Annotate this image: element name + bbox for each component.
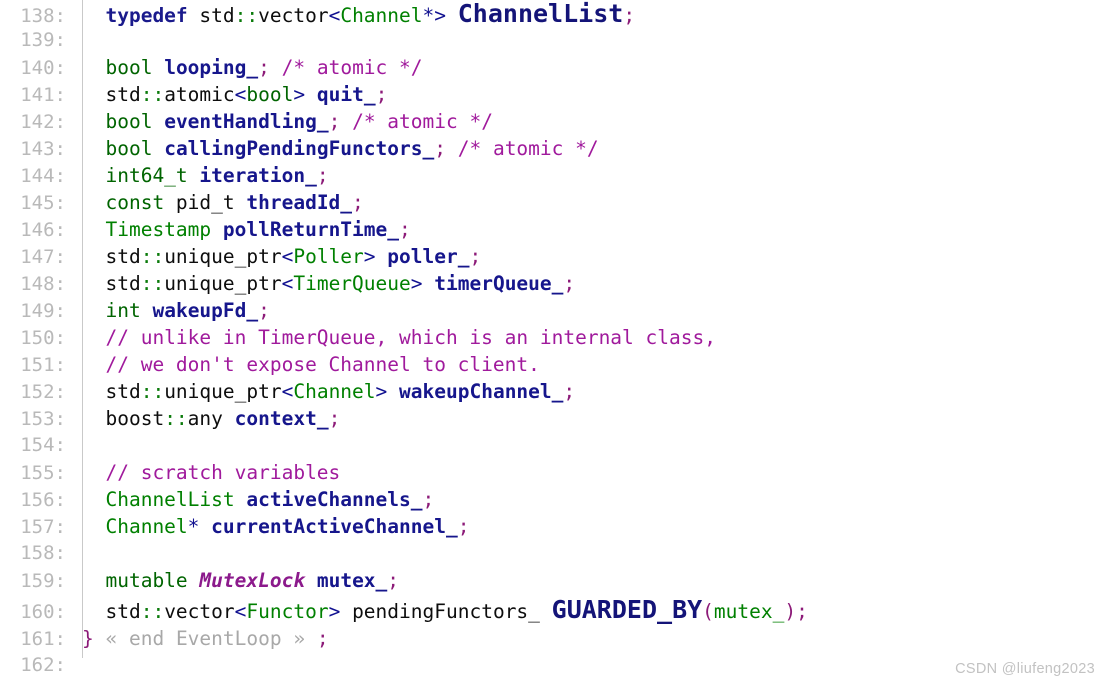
line-content: } « end EventLoop » ; (82, 627, 329, 650)
line-number: 157: (20, 516, 66, 538)
code-line[interactable]: 152: std::unique_ptr<Channel> wakeupChan… (0, 378, 1109, 405)
line-content: int wakeupFd_; (105, 299, 270, 322)
line-number: 142: (20, 111, 66, 133)
code-line[interactable]: 139: (0, 27, 1109, 54)
line-number: 154: (20, 434, 66, 456)
code-line[interactable]: 147: std::unique_ptr<Poller> poller_; (0, 243, 1109, 270)
line-number: 160: (20, 601, 66, 623)
line-content: // unlike in TimerQueue, which is an int… (105, 326, 716, 349)
line-content: std::unique_ptr<TimerQueue> timerQueue_; (82, 272, 576, 295)
code-line[interactable]: 144: int64_t iteration_; (0, 162, 1109, 189)
line-number: 148: (20, 273, 66, 295)
line-number: 161: (20, 628, 66, 650)
code-line[interactable]: 142: bool eventHandling_; /* atomic */ (0, 108, 1109, 135)
code-line[interactable]: 153: boost::any context_; (0, 405, 1109, 432)
line-content: Channel* currentActiveChannel_; (105, 515, 470, 538)
line-number: 152: (20, 381, 66, 403)
line-content: // scratch variables (105, 461, 341, 484)
line-number: 162: (20, 654, 66, 676)
code-line[interactable]: 156: ChannelList activeChannels_; (0, 486, 1109, 513)
line-content: std::unique_ptr<Poller> poller_; (82, 245, 482, 268)
line-number: 138: (20, 5, 66, 27)
line-number: 159: (20, 570, 66, 592)
code-line[interactable]: 155: // scratch variables (0, 459, 1109, 486)
line-content: std::vector<Functor> pendingFunctors_ GU… (82, 595, 808, 624)
line-number: 150: (20, 327, 66, 349)
line-number: 151: (20, 354, 66, 376)
line-content: // we don't expose Channel to client. (105, 353, 540, 376)
line-content: std::atomic<bool> quit_; (82, 83, 388, 106)
code-editor-view: 138: typedef std::vector<Channel*> Chann… (0, 0, 1109, 688)
code-line[interactable]: 157: Channel* currentActiveChannel_; (0, 513, 1109, 540)
code-line[interactable]: 149: int wakeupFd_; (0, 297, 1109, 324)
line-number: 144: (20, 165, 66, 187)
line-content: bool eventHandling_; /* atomic */ (105, 110, 493, 133)
line-number: 149: (20, 300, 66, 322)
code-line[interactable]: 138: typedef std::vector<Channel*> Chann… (0, 0, 1109, 27)
line-number: 158: (20, 542, 66, 564)
line-content: mutable MutexLock mutex_; (105, 569, 400, 592)
line-content: const pid_t threadId_; (105, 191, 364, 214)
line-content: bool looping_; /* atomic */ (105, 56, 423, 79)
code-line[interactable]: 141: std::atomic<bool> quit_; (0, 81, 1109, 108)
line-number: 155: (20, 462, 66, 484)
line-content: ChannelList activeChannels_; (105, 488, 435, 511)
line-number: 146: (20, 219, 66, 241)
code-line[interactable]: 143: bool callingPendingFunctors_; /* at… (0, 135, 1109, 162)
code-fold-marker[interactable]: « end EventLoop » (106, 627, 306, 650)
code-line[interactable]: 161: } « end EventLoop » ; (0, 625, 1109, 652)
line-content: typedef std::vector<Channel*> ChannelLis… (105, 0, 636, 28)
code-line[interactable]: 159: mutable MutexLock mutex_; (0, 567, 1109, 594)
code-line[interactable]: 150: // unlike in TimerQueue, which is a… (0, 324, 1109, 351)
code-line[interactable]: 160: std::vector<Functor> pendingFunctor… (0, 594, 1109, 625)
code-line[interactable]: 146: Timestamp pollReturnTime_; (0, 216, 1109, 243)
code-line[interactable]: 151: // we don't expose Channel to clien… (0, 351, 1109, 378)
line-content: bool callingPendingFunctors_; /* atomic … (105, 137, 599, 160)
line-number: 147: (20, 246, 66, 268)
line-content: std::unique_ptr<Channel> wakeupChannel_; (82, 380, 576, 403)
code-line[interactable]: 148: std::unique_ptr<TimerQueue> timerQu… (0, 270, 1109, 297)
line-content: int64_t iteration_; (105, 164, 329, 187)
line-content: boost::any context_; (82, 407, 341, 430)
line-number: 139: (20, 29, 66, 51)
line-number: 141: (20, 84, 66, 106)
line-number: 140: (20, 57, 66, 79)
line-number: 143: (20, 138, 66, 160)
line-number: 156: (20, 489, 66, 511)
code-line[interactable]: 158: (0, 540, 1109, 567)
code-line[interactable]: 145: const pid_t threadId_; (0, 189, 1109, 216)
line-number: 145: (20, 192, 66, 214)
watermark: CSDN @liufeng2023 (955, 661, 1095, 677)
code-line[interactable]: 140: bool looping_; /* atomic */ (0, 54, 1109, 81)
code-line[interactable]: 162: (0, 652, 1109, 679)
line-number: 153: (20, 408, 66, 430)
line-content: Timestamp pollReturnTime_; (105, 218, 411, 241)
code-line[interactable]: 154: (0, 432, 1109, 459)
